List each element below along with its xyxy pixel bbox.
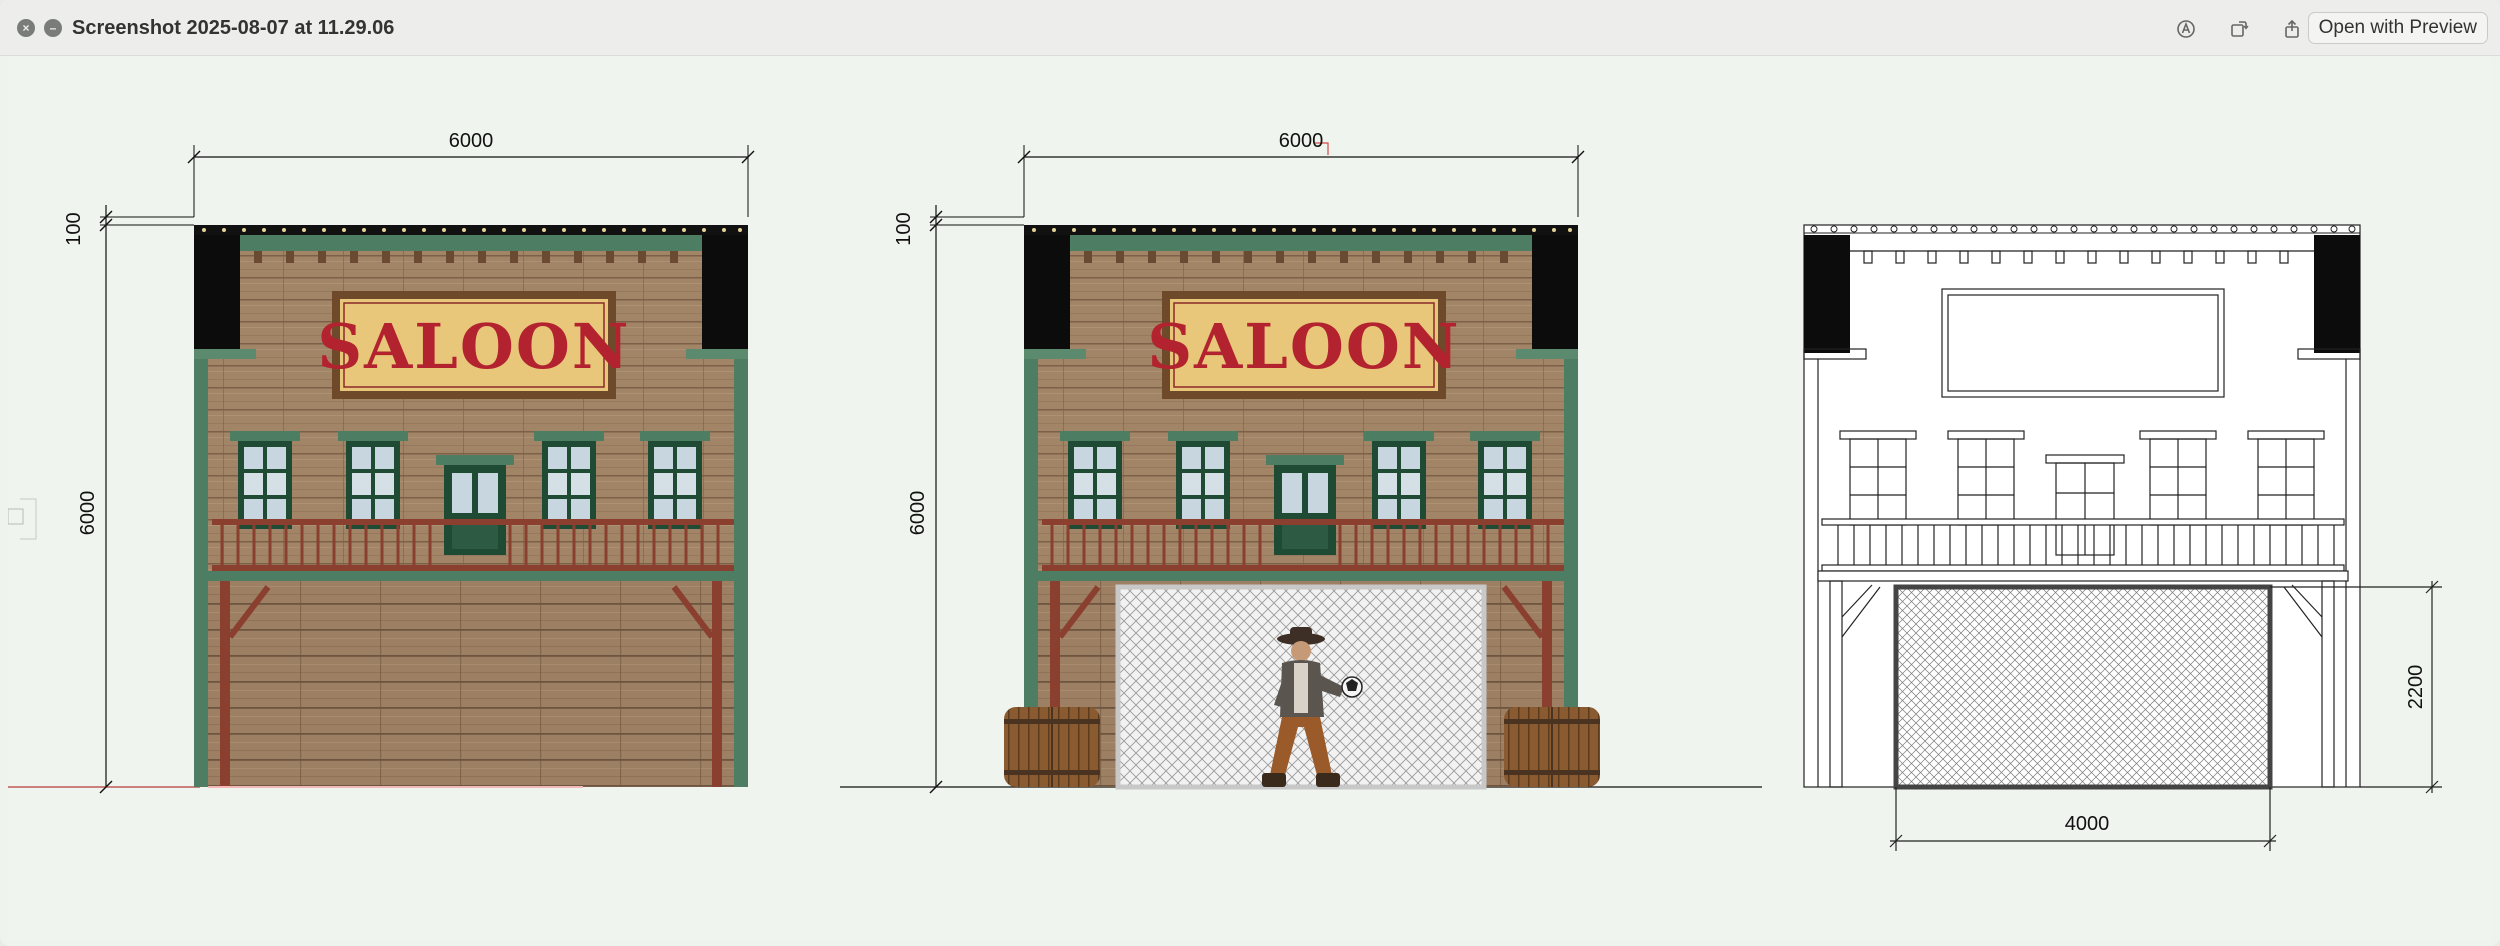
markup-icon	[2177, 20, 2195, 38]
minimize-icon: –	[49, 21, 57, 35]
selection-marker	[8, 498, 37, 540]
share-button[interactable]	[2279, 16, 2305, 42]
barrel-left	[1004, 707, 1100, 787]
width-label: 6000	[449, 130, 494, 152]
rotate-icon	[2231, 21, 2249, 37]
close-button[interactable]: ×	[17, 19, 35, 37]
goal-net-3	[1893, 584, 2273, 790]
saloon-sign-2: SALOON	[1147, 291, 1460, 399]
dimension-height-1: 100 6000	[63, 205, 194, 794]
rotate-button[interactable]	[2226, 16, 2252, 42]
dimension-width-2: 6000	[1017, 130, 1585, 217]
dimension-height-2: 100 6000	[893, 205, 1024, 794]
barrel-right	[1504, 707, 1600, 787]
minimize-button[interactable]: –	[44, 19, 62, 37]
elevation-1: 6000 100 6000 SALOON	[8, 130, 755, 794]
elevation-drawing: 6000 100 6000 SALOON 6000 100 6000 SALOO…	[8, 130, 2442, 851]
goal-height-label: 2200	[2405, 665, 2427, 710]
saloon-sign-1: SALOON	[317, 291, 630, 399]
saloon-facade-2: SALOON	[1004, 225, 1600, 790]
height-label: 6000	[77, 491, 99, 536]
width-label: 6000	[1279, 130, 1324, 152]
preview-window: × – Screenshot 2025-08-07 at 11.29.06 Op…	[0, 0, 2500, 946]
image-canvas: 6000 100 6000 SALOON 6000 100 6000 SALOO…	[8, 57, 2492, 942]
title-bar: × – Screenshot 2025-08-07 at 11.29.06 Op…	[0, 0, 2500, 56]
share-icon	[2285, 19, 2299, 38]
saloon-facade-1: SALOON	[194, 225, 748, 788]
svg-text:SALOON: SALOON	[1147, 310, 1460, 383]
top-label: 100	[63, 212, 85, 245]
close-icon: ×	[22, 21, 30, 35]
svg-text:SALOON: SALOON	[317, 310, 630, 383]
dimension-width-1: 6000	[187, 130, 755, 217]
markup-button[interactable]	[2173, 16, 2199, 42]
elevation-3	[1803, 224, 2442, 851]
height-label: 6000	[907, 491, 929, 536]
top-label: 100	[893, 212, 915, 245]
goal-width-label: 4000	[2065, 813, 2110, 835]
window-title: Screenshot 2025-08-07 at 11.29.06	[72, 17, 395, 39]
open-with-preview-button[interactable]: Open with Preview	[2307, 12, 2488, 44]
elevation-2: 6000 100 6000 SALOON	[840, 130, 1762, 794]
